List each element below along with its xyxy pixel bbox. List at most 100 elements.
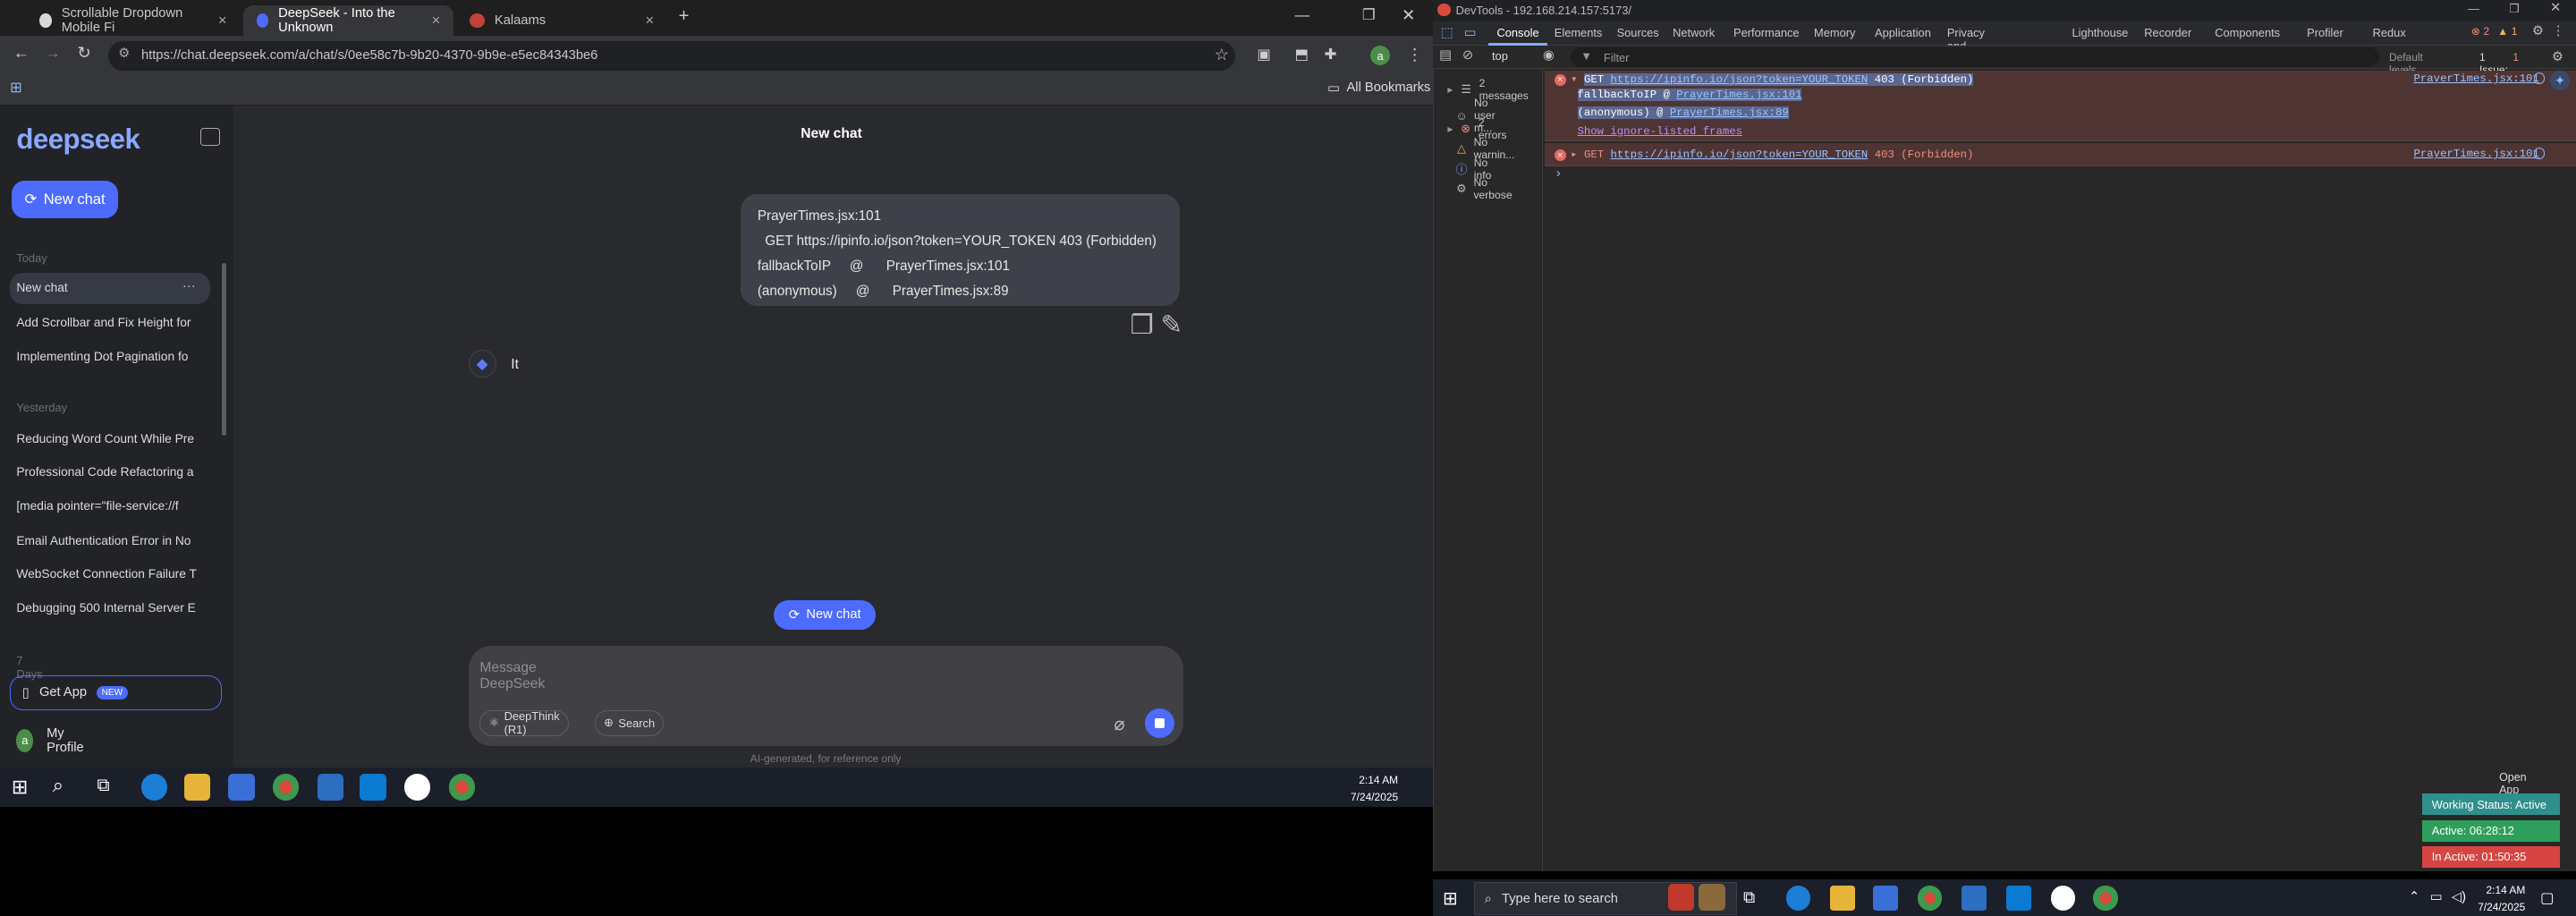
chrome-icon[interactable] — [448, 774, 475, 801]
windows-start-icon[interactable]: ⊞ — [1443, 887, 1458, 910]
maximize-icon[interactable]: ❐ — [2509, 2, 2520, 16]
maximize-icon[interactable]: ❐ — [1362, 6, 1376, 24]
extension-icon[interactable]: ⬒ — [1295, 46, 1309, 64]
sidebar-toggle-icon[interactable]: ▤ — [1439, 47, 1452, 63]
vscode-insiders-icon[interactable] — [1962, 886, 1987, 911]
minimize-icon[interactable]: — — [2468, 2, 2479, 15]
sidebar-scrollbar[interactable] — [221, 262, 227, 436]
console-settings-icon[interactable]: ⚙ — [2552, 49, 2563, 64]
site-info-icon[interactable]: ⚙ — [118, 46, 130, 61]
app-icon[interactable] — [403, 774, 431, 801]
vscode-insiders-icon[interactable] — [317, 774, 343, 801]
error-url-link[interactable]: https://ipinfo.io/json?token=YOUR_TOKEN — [1610, 72, 1868, 86]
extension-icon[interactable]: ▣ — [1257, 46, 1271, 64]
reload-icon[interactable]: ↻ — [77, 43, 90, 63]
chevron-up-icon[interactable]: ⌃ — [2409, 889, 2419, 904]
back-icon[interactable]: ← — [13, 43, 30, 63]
floating-new-chat-button[interactable]: ⟳ New chat — [774, 599, 877, 630]
search-icon[interactable]: ⌕ — [53, 774, 64, 797]
console-filter-input[interactable]: ▼ Filter — [1571, 47, 2379, 68]
tab-application[interactable]: Application — [1875, 26, 1931, 39]
taskbar-search[interactable]: ⌕ Type here to search — [1473, 882, 1737, 916]
search-toggle[interactable]: ⊕ Search — [594, 709, 665, 736]
address-bar[interactable]: ⚙ https://chat.deepseek.com/a/chat/s/0ee… — [108, 40, 1236, 71]
task-view-icon[interactable]: ⧉ — [97, 776, 109, 796]
more-options-icon[interactable]: ··· — [182, 279, 196, 293]
tab-recorder[interactable]: Recorder — [2144, 26, 2191, 39]
console-prompt[interactable]: › — [1555, 167, 1563, 182]
eye-icon[interactable]: ◉ — [1543, 47, 1555, 63]
file-explorer-icon[interactable] — [1830, 886, 1855, 911]
chrome-icon[interactable] — [2093, 886, 2118, 911]
app-icon[interactable] — [2050, 886, 2076, 911]
windows-start-icon[interactable]: ⊞ — [12, 776, 28, 799]
extensions-puzzle-icon[interactable]: ✚ — [1325, 46, 1337, 64]
source-link[interactable]: PrayerTimes.jsx:101 — [2414, 148, 2539, 160]
source-link[interactable]: PrayerTimes.jsx:101 — [1676, 89, 1802, 102]
store-icon[interactable] — [1873, 886, 1898, 911]
new-tab-button[interactable]: + — [679, 6, 690, 27]
tab-kalaams[interactable]: Kalaams × — [457, 5, 667, 37]
chrome-icon[interactable] — [272, 774, 300, 801]
battery-icon[interactable]: ▭ — [2430, 889, 2443, 904]
history-item[interactable]: [media pointer="file-service://f — [16, 499, 200, 513]
search-highlight-icon[interactable] — [1699, 884, 1725, 911]
source-link[interactable]: PrayerTimes.jsx:89 — [1669, 106, 1789, 120]
chrome-icon[interactable] — [1917, 886, 1943, 911]
error-count-badge[interactable]: ⊗ 2 — [2471, 25, 2489, 38]
taskbar-clock[interactable]: 2:14 AM 7/24/2025 — [2478, 882, 2525, 915]
tab-memory[interactable]: Memory — [1814, 26, 1855, 39]
edge-icon[interactable] — [140, 774, 168, 801]
history-item[interactable]: Add Scrollbar and Fix Height for — [16, 316, 200, 329]
history-item[interactable]: Email Authentication Error in No — [16, 534, 200, 547]
bookmark-star-icon[interactable]: ☆ — [1215, 45, 1229, 64]
warning-count-badge[interactable]: ▲ 1 — [2497, 25, 2517, 38]
tab-elements[interactable]: Elements — [1555, 26, 1603, 39]
get-app-button[interactable]: ▯ Get App NEW — [10, 675, 222, 710]
kebab-menu-icon[interactable]: ⋮ — [2552, 23, 2565, 38]
vscode-icon[interactable] — [2005, 886, 2031, 911]
error-url-link[interactable]: https://ipinfo.io/json?token=YOUR_TOKEN — [1611, 148, 1868, 161]
tab-profiler[interactable]: Profiler — [2307, 26, 2343, 39]
vscode-icon[interactable] — [360, 774, 386, 801]
filter-verbose[interactable]: ⚙ No verbose — [1456, 176, 1516, 201]
message-input-box[interactable] — [468, 645, 1183, 746]
taskbar-clock[interactable]: 2:14 AM 7/24/2025 — [1351, 772, 1398, 805]
history-item[interactable]: New chat — [16, 281, 200, 294]
search-highlight-icon[interactable] — [1667, 884, 1694, 911]
assistant-icon[interactable]: ✦ — [2550, 70, 2571, 91]
device-toolbar-icon[interactable]: ▭ — [1464, 25, 1477, 40]
history-item[interactable]: Reducing Word Count While Pre — [16, 432, 200, 445]
tab-deepseek[interactable]: DeepSeek - Into the Unknown × — [242, 4, 453, 37]
all-bookmarks[interactable]: ▭ All Bookmarks — [1327, 81, 1430, 96]
minimize-icon[interactable]: — — [1295, 6, 1310, 24]
kebab-menu-icon[interactable]: ⋮ — [1406, 45, 1422, 64]
file-explorer-icon[interactable] — [183, 774, 211, 801]
close-window-icon[interactable]: ✕ — [1402, 5, 1415, 25]
tab-network[interactable]: Network — [1673, 26, 1715, 39]
close-window-icon[interactable]: ✕ — [2550, 0, 2561, 15]
context-select[interactable]: top — [1492, 49, 1508, 63]
paperclip-icon[interactable]: ⌀ — [1114, 713, 1124, 735]
apps-grid-icon[interactable]: ⊞ — [10, 79, 22, 97]
new-chat-button[interactable]: ⟳ New chat — [11, 181, 119, 219]
forward-icon[interactable]: → — [45, 43, 61, 63]
stop-button[interactable] — [1145, 708, 1175, 738]
volume-icon[interactable]: ◁) — [2452, 889, 2466, 904]
deepthink-toggle[interactable]: ⚛ DeepThink (R1) — [479, 709, 569, 736]
close-icon[interactable]: × — [645, 12, 654, 30]
edit-icon[interactable]: ✎ — [1160, 310, 1182, 340]
tab-scrollable-dropdown[interactable]: Scrollable Dropdown Mobile Fi × — [26, 5, 240, 37]
error-row-2[interactable]: ▸ GET https://ipinfo.io/json?token=YOUR_… — [1571, 148, 1973, 161]
tab-lighthouse[interactable]: Lighthouse — [2072, 26, 2128, 39]
show-ignore-listed-link[interactable]: Show ignore-listed frames — [1578, 125, 1742, 138]
edge-icon[interactable] — [1785, 886, 1811, 911]
history-item[interactable]: WebSocket Connection Failure T — [16, 567, 200, 581]
settings-gear-icon[interactable]: ⚙ — [2532, 23, 2544, 38]
tab-redux[interactable]: Redux — [2373, 26, 2406, 39]
tab-components[interactable]: Components — [2215, 26, 2280, 39]
source-link[interactable]: PrayerTimes.jsx:101 — [2414, 72, 2539, 85]
tab-console[interactable]: Console — [1497, 26, 1539, 39]
copy-icon[interactable]: ❐ — [1131, 310, 1154, 340]
inspect-icon[interactable]: ⬚ — [1441, 25, 1453, 40]
